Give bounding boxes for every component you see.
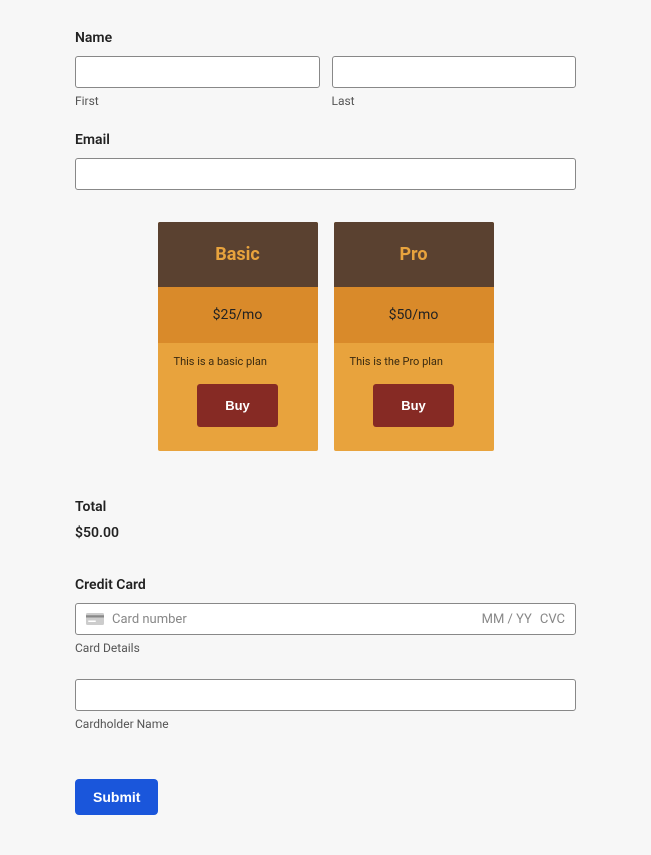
card-cvc-placeholder: CVC — [540, 612, 565, 627]
email-group: Email — [75, 132, 576, 190]
credit-card-label: Credit Card — [75, 577, 576, 593]
buy-button[interactable]: Buy — [197, 384, 278, 427]
credit-card-group: Credit Card Card number MM / YY CVC Card… — [75, 577, 576, 655]
name-row: First Last — [75, 56, 576, 108]
plan-basic: Basic $25/mo This is a basic plan Buy — [158, 222, 318, 451]
buy-button[interactable]: Buy — [373, 384, 454, 427]
first-name-input[interactable] — [75, 56, 320, 88]
plan-body: This is a basic plan Buy — [158, 343, 318, 451]
email-label: Email — [75, 132, 576, 148]
total-label: Total — [75, 499, 576, 515]
plan-desc: This is the Pro plan — [350, 355, 478, 368]
plan-desc: This is a basic plan — [174, 355, 302, 368]
first-name-sublabel: First — [75, 94, 320, 108]
submit-button[interactable]: Submit — [75, 779, 158, 815]
last-name-input[interactable] — [332, 56, 577, 88]
name-label: Name — [75, 30, 576, 46]
plans: Basic $25/mo This is a basic plan Buy Pr… — [75, 222, 576, 451]
plan-pro: Pro $50/mo This is the Pro plan Buy — [334, 222, 494, 451]
plan-price: $50/mo — [334, 287, 494, 343]
total-amount: $50.00 — [75, 525, 576, 541]
name-group: Name First Last — [75, 30, 576, 108]
card-expiry-placeholder: MM / YY — [482, 612, 532, 627]
total-group: Total $50.00 — [75, 499, 576, 541]
plan-title: Basic — [158, 222, 318, 287]
card-number-placeholder: Card number — [112, 612, 474, 627]
cardholder-name-input[interactable] — [75, 679, 576, 711]
card-details-sublabel: Card Details — [75, 641, 576, 655]
plan-price: $25/mo — [158, 287, 318, 343]
credit-card-icon — [86, 613, 104, 625]
last-name-col: Last — [332, 56, 577, 108]
cardholder-group: Cardholder Name — [75, 679, 576, 731]
first-name-col: First — [75, 56, 320, 108]
cardholder-name-sublabel: Cardholder Name — [75, 717, 576, 731]
plan-title: Pro — [334, 222, 494, 287]
plan-body: This is the Pro plan Buy — [334, 343, 494, 451]
last-name-sublabel: Last — [332, 94, 577, 108]
email-input[interactable] — [75, 158, 576, 190]
card-number-row[interactable]: Card number MM / YY CVC — [75, 603, 576, 635]
